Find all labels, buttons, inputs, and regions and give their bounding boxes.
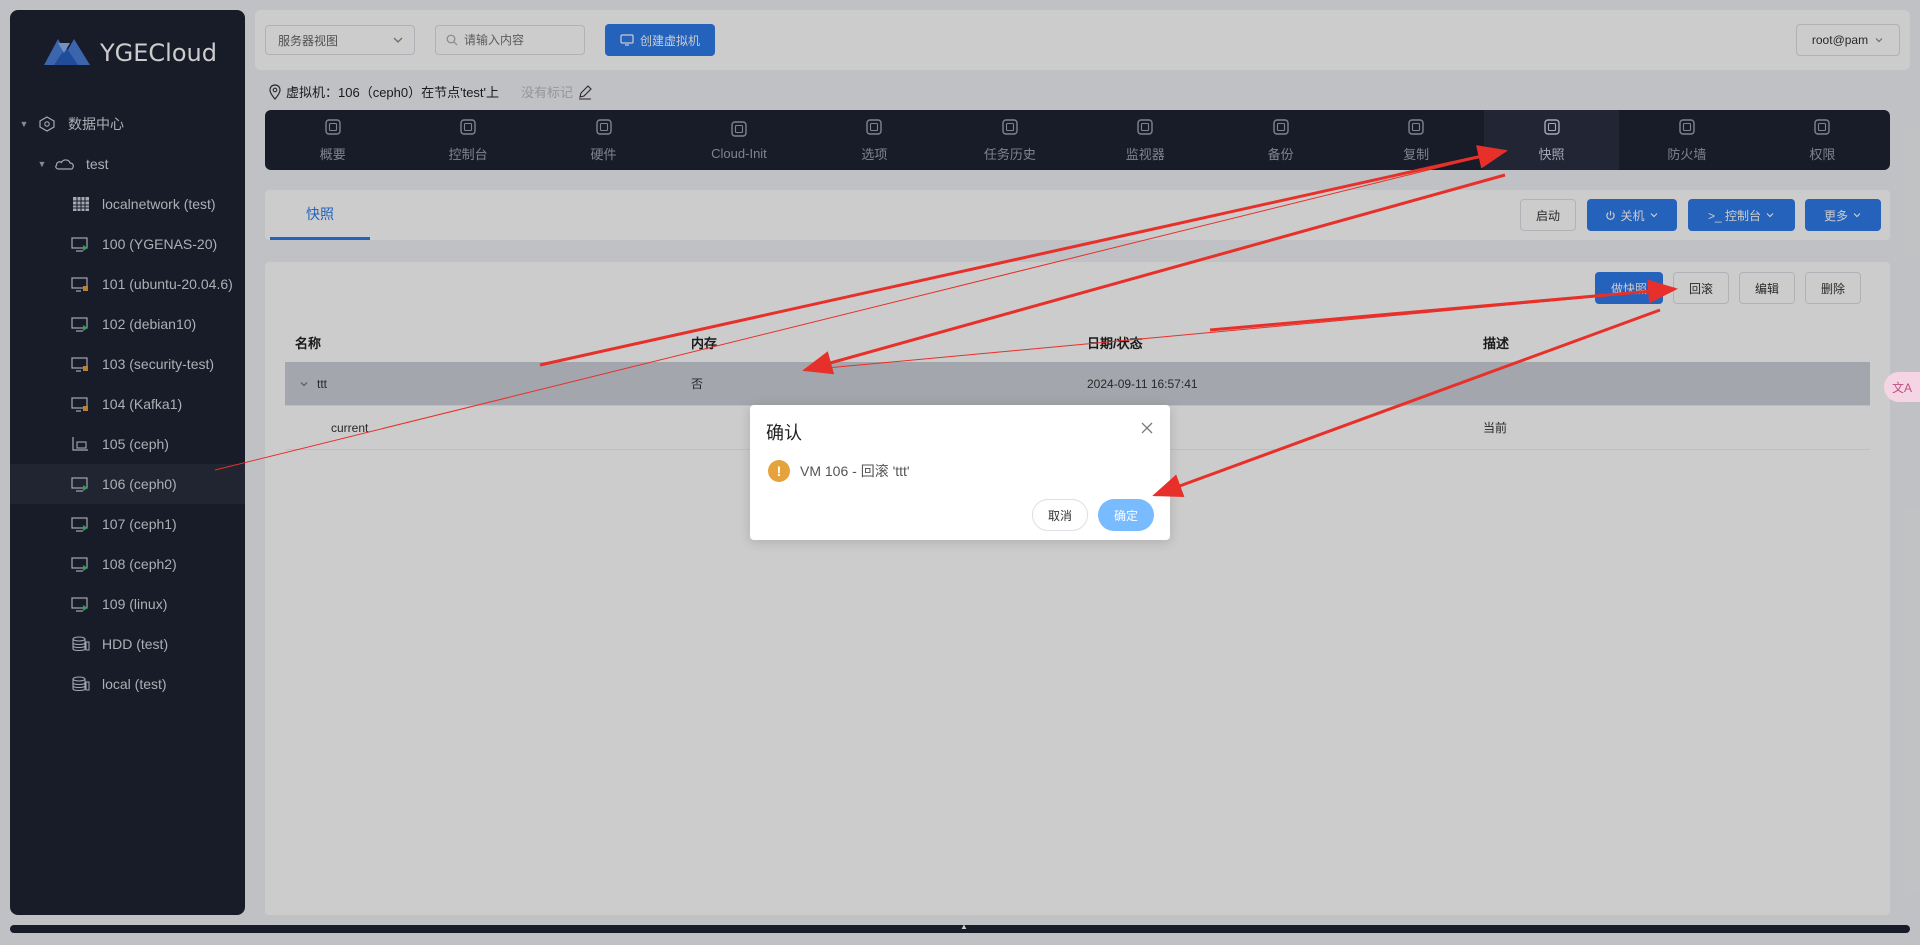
cancel-button[interactable]: 取消 [1032, 499, 1088, 531]
confirm-label: 确定 [1113, 508, 1138, 523]
dialog-message: ! VM 106 - 回滚 'ttt' [768, 460, 910, 482]
dialog-title: 确认 [766, 423, 802, 443]
dialog-message-text: VM 106 - 回滚 'ttt' [800, 463, 910, 479]
warning-icon: ! [768, 460, 790, 482]
translate-icon[interactable]: 文A [1884, 372, 1920, 402]
confirm-dialog: 确认 ! VM 106 - 回滚 'ttt' 取消 确定 [750, 405, 1170, 540]
close-icon[interactable] [1140, 421, 1154, 435]
cancel-label: 取消 [1047, 508, 1072, 523]
confirm-button[interactable]: 确定 [1098, 499, 1154, 531]
